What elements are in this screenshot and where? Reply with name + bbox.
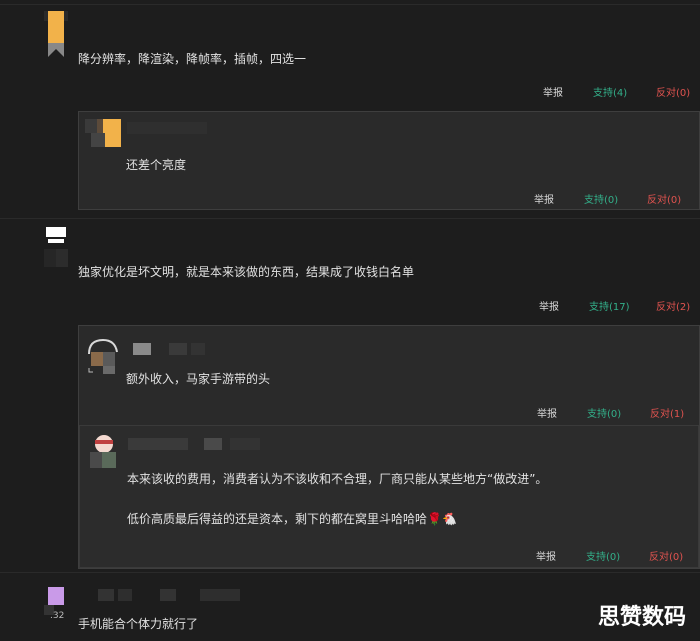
reply-text-line: 低价高质最后得益的还是资本，剩下的都在窝里斗哈哈哈🌹🐔	[127, 512, 457, 526]
oppose-button[interactable]: 反对(2)	[656, 298, 690, 313]
reply-text-line: 本来该收的费用，消费者认为不该收和不合理，厂商只能从某些地方“做改进”。	[127, 472, 548, 486]
username-blurred	[169, 343, 187, 355]
comment-item: .32 手机能合个体力就行了	[0, 573, 700, 641]
reply-actions: 举报 支持(0) 反对(1)	[534, 405, 700, 421]
report-button[interactable]: 举报	[539, 298, 559, 313]
reply-actions: 举报 支持(0) 反对(0)	[533, 548, 700, 564]
username-blurred	[98, 589, 114, 601]
username-blurred	[191, 343, 205, 355]
avatar[interactable]	[85, 119, 121, 155]
oppose-button[interactable]: 反对(0)	[647, 191, 681, 206]
comment-actions: 举报 支持(17) 反对(2)	[536, 298, 700, 314]
support-button[interactable]: 支持(0)	[587, 405, 621, 420]
comment-text: 手机能合个体力就行了	[78, 617, 199, 631]
username-blurred	[160, 589, 176, 601]
username-blurred	[128, 438, 188, 450]
avatar[interactable]	[44, 585, 68, 633]
watermark: 思赞数码	[597, 605, 686, 630]
oppose-button[interactable]: 反对(0)	[649, 548, 683, 563]
comment-item: 独家优化是坏文明，就是本来该做的东西，结果成了收钱白名单 举报 支持(17) 反…	[0, 219, 700, 569]
reply-text: 额外收入，马家手游带的头	[126, 372, 271, 386]
avatar-badge: .32	[50, 611, 65, 621]
username-blurred	[118, 589, 132, 601]
avatar[interactable]	[85, 338, 121, 374]
comment-text: 独家优化是坏文明，就是本来该做的东西，结果成了收钱白名单	[78, 265, 415, 279]
oppose-button[interactable]: 反对(1)	[650, 405, 684, 420]
username-blurred	[127, 122, 207, 134]
support-button[interactable]: 支持(17)	[589, 298, 630, 313]
username-blurred	[230, 438, 260, 450]
avatar[interactable]	[44, 227, 68, 275]
username-blurred	[200, 589, 240, 601]
avatar[interactable]	[86, 434, 122, 470]
report-button[interactable]: 举报	[536, 548, 556, 563]
support-button[interactable]: 支持(0)	[586, 548, 620, 563]
support-button[interactable]: 支持(0)	[584, 191, 618, 206]
support-button[interactable]: 支持(4)	[593, 84, 627, 99]
username-blurred	[204, 438, 222, 450]
report-button[interactable]: 举报	[537, 405, 557, 420]
report-button[interactable]: 举报	[534, 191, 554, 206]
report-button[interactable]: 举报	[543, 84, 563, 99]
reply-box: 额外收入，马家手游带的头 举报 支持(0) 反对(1) 本来该收的费用，消费者认…	[78, 325, 700, 569]
reply-actions: 举报 支持(0) 反对(0)	[531, 191, 700, 207]
avatar[interactable]	[44, 11, 68, 59]
reply-text: 还差个亮度	[126, 158, 187, 172]
nested-reply: 本来该收的费用，消费者认为不该收和不合理，厂商只能从某些地方“做改进”。 低价高…	[79, 425, 699, 568]
oppose-button[interactable]: 反对(0)	[656, 84, 690, 99]
reply-box: 还差个亮度 举报 支持(0) 反对(0)	[78, 111, 700, 210]
comment-actions: 举报 支持(4) 反对(0)	[540, 84, 700, 100]
comment-text: 降分辨率，降渲染，降帧率，插帧，四选一	[78, 52, 307, 66]
username-blurred	[133, 343, 151, 355]
comment-item: 降分辨率，降渲染，降帧率，插帧，四选一 举报 支持(4) 反对(0) 还差个亮度…	[0, 0, 700, 215]
